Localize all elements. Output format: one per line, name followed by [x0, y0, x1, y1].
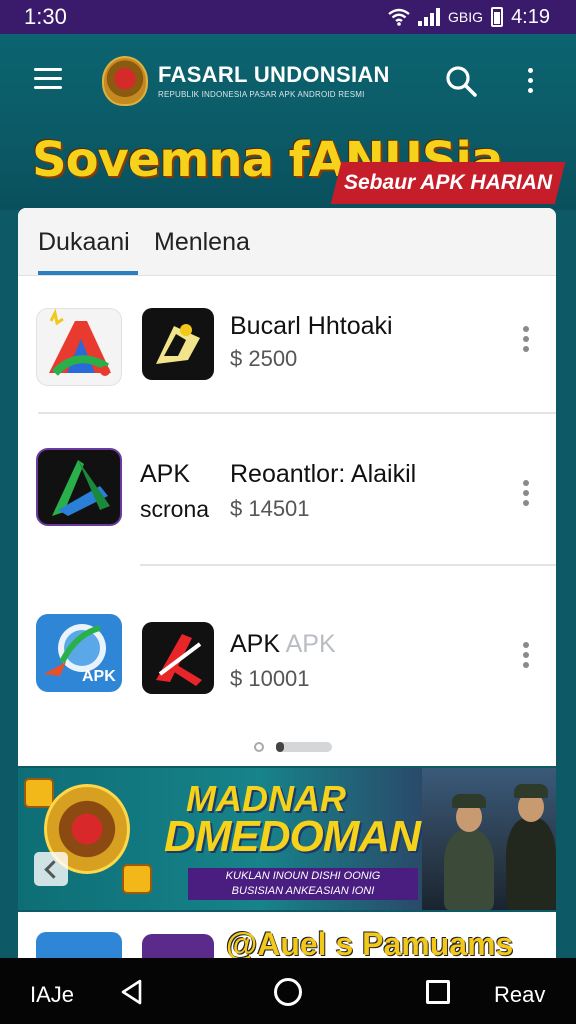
- nav-left-label[interactable]: IAJe: [30, 982, 74, 1008]
- divider: [140, 564, 556, 566]
- battery-icon: [491, 7, 504, 27]
- header: FASARL UNDONSIAN REPUBLIK INDONESIA PASA…: [0, 34, 576, 210]
- app-bar: FASARL UNDONSIAN REPUBLIK INDONESIA PASA…: [0, 50, 576, 110]
- app-price: $ 10001: [230, 666, 310, 691]
- app-badge-icon: [142, 308, 214, 380]
- hero-ribbon: Sebaur APK HARIAN: [330, 162, 566, 204]
- app-name: Bucarl Hhtoaki: [230, 312, 393, 340]
- banner-subtitle-line1: KUKLAN INOUN DISHI OONIG: [225, 870, 381, 882]
- status-icons: GBIG 4:19: [388, 6, 550, 29]
- more-vert-icon[interactable]: [516, 642, 536, 672]
- carrier-label: GBIG: [448, 9, 484, 25]
- peek-title: @Auel s Pamuams: [226, 926, 514, 958]
- status-bar: 1:30 GBIG 4:19: [0, 0, 576, 34]
- app-icon: APK: [36, 614, 122, 692]
- app-side-label-bottom: scrona: [140, 496, 210, 522]
- status-clock: 4:19: [511, 5, 550, 28]
- badge-icon: [122, 864, 152, 894]
- tab-indicator: [38, 271, 138, 275]
- search-icon[interactable]: [444, 64, 478, 98]
- tab-dukaani[interactable]: Dukaani: [38, 228, 130, 257]
- banner-title-line2: DMEDOMAN: [164, 812, 421, 861]
- list-item[interactable]: APK scrona Reoantlor: Alaikil $ 14501: [18, 414, 556, 566]
- list-item[interactable]: Bucarl Hhtoaki $ 2500: [18, 284, 556, 414]
- app-price: $ 2500: [230, 346, 298, 371]
- app-icon: [36, 448, 122, 526]
- app-icon: [36, 932, 122, 958]
- app-price: $ 14501: [230, 496, 310, 521]
- banner-prev-button[interactable]: [34, 852, 68, 886]
- home-icon[interactable]: [274, 978, 302, 1006]
- brand-title: FASARL UNDONSIAN: [158, 62, 390, 87]
- banner-subtitle: KUKLAN INOUN DISHI OONIG BUSISIAN ANKEAS…: [188, 868, 418, 900]
- app-icon-text: APK: [82, 668, 116, 685]
- page-progress-bar: [276, 742, 332, 752]
- app-name: APK APK: [230, 630, 336, 659]
- banner-photo: [422, 768, 556, 910]
- brand-subtitle: REPUBLIK INDONESIA PASAR APK ANDROID RES…: [158, 90, 365, 99]
- app-name: Reoantlor: Alaikil: [230, 460, 417, 488]
- tab-bar: Dukaani Menlena: [18, 208, 556, 276]
- tab-menlena[interactable]: Menlena: [154, 228, 250, 257]
- hero-ribbon-text: Sebaur APK HARIAN: [343, 171, 553, 194]
- app-list-card: Dukaani Menlena Bucarl Hhtoaki $ 2500 AP…: [18, 208, 556, 766]
- banner-subtitle-line2: BUSISIAN ANKEASIAN IONI: [231, 885, 375, 897]
- page-dot: [254, 742, 264, 752]
- list-item[interactable]: APK APK APK $ 10001: [18, 588, 556, 728]
- more-vert-icon[interactable]: [516, 480, 536, 510]
- brand-logo: [102, 56, 148, 106]
- wifi-icon: [388, 8, 410, 26]
- app-badge-icon: [142, 622, 214, 694]
- list-item-partial[interactable]: @Auel s Pamuams: [18, 912, 556, 958]
- menu-icon[interactable]: [34, 68, 62, 92]
- promo-banner[interactable]: MADNAR DMEDOMAN KUKLAN INOUN DISHI OONIG…: [18, 768, 556, 910]
- app-side-label-top: APK: [140, 460, 191, 488]
- app-icon: [36, 308, 122, 386]
- system-nav-bar: IAJe Reav: [0, 958, 576, 1024]
- signal-icon: [418, 8, 441, 26]
- status-time: 1:30: [24, 4, 67, 29]
- more-vert-icon[interactable]: [520, 68, 540, 96]
- page-indicator: [254, 740, 354, 754]
- more-vert-icon[interactable]: [516, 326, 536, 356]
- back-icon[interactable]: [118, 978, 146, 1006]
- nav-right-label[interactable]: Reav: [494, 982, 545, 1008]
- app-name-main: APK: [230, 630, 281, 658]
- app-badge-icon: [142, 934, 214, 958]
- badge-icon: [24, 778, 54, 808]
- app-name-faded: APK: [285, 630, 336, 658]
- recent-apps-icon[interactable]: [426, 980, 450, 1004]
